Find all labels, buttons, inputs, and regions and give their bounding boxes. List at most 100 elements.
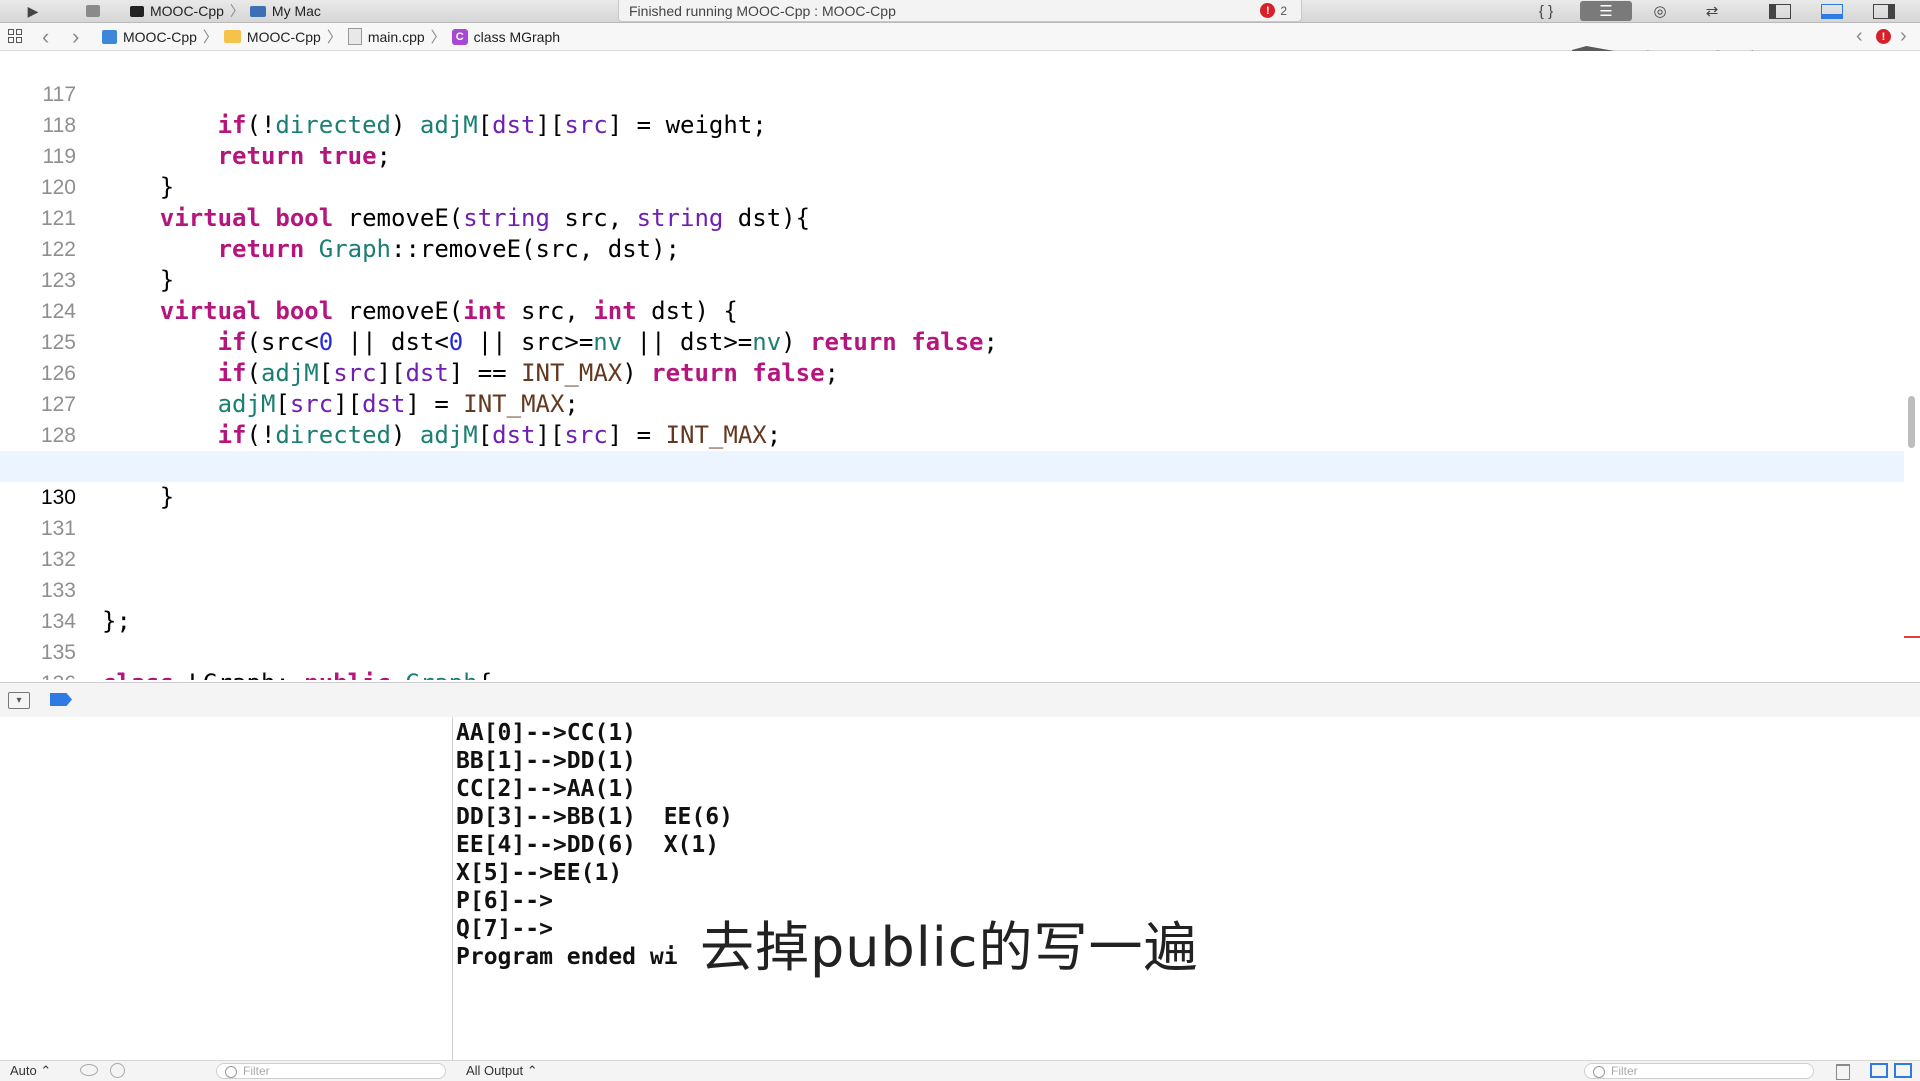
info-icon[interactable]	[110, 1063, 125, 1078]
project-icon	[102, 29, 117, 44]
code-line: 124 if(src<0 || dst<0 || src>=nv || dst>…	[0, 265, 1904, 356]
code-line: 133 };	[0, 544, 1904, 635]
console-line: AA[0]-->CC(1)	[456, 720, 637, 746]
toolbar: ▶ MOOC-Cpp 〉 My Mac Finished running MOO…	[0, 0, 1920, 23]
utilities-toggle-button[interactable]	[1864, 1, 1904, 21]
console-line: Program ended wi	[456, 944, 678, 970]
play-icon: ▶	[27, 2, 39, 19]
filter-placeholder: Filter	[243, 1064, 270, 1078]
run-button[interactable]: ▶	[18, 0, 48, 22]
code-text: class LGraph: public Graph{	[102, 668, 492, 680]
breadcrumb-folder[interactable]: MOOC-Cpp	[247, 29, 321, 45]
filter-icon	[225, 1066, 237, 1078]
error-count: 2	[1280, 3, 1287, 18]
breadcrumb-file[interactable]: main.cpp	[368, 29, 425, 45]
scheme-project: MOOC-Cpp	[150, 3, 224, 19]
code-line: 122 }	[0, 203, 1904, 294]
navigator-toggle-button[interactable]	[1760, 1, 1800, 21]
left-panel-icon	[1769, 3, 1791, 19]
code-line: 126 adjM[src][dst] = INT_MAX;	[0, 327, 1904, 418]
forward-button[interactable]: ›	[72, 24, 79, 50]
code-line: 121 return Graph::removeE(src, dst);	[0, 172, 1904, 263]
folder-icon	[223, 30, 241, 43]
bottom-panel-icon	[1821, 3, 1843, 19]
assistant-editor-button[interactable]: ◎	[1640, 1, 1680, 21]
file-icon	[347, 28, 362, 45]
console-line: X[5]-->EE(1)	[456, 860, 623, 886]
code-line: 131	[0, 482, 1904, 540]
error-indicator[interactable]: ! 2	[1260, 3, 1287, 18]
back-button[interactable]: ‹	[42, 24, 49, 50]
lines-icon: ☰	[1599, 3, 1613, 20]
split-view-right-icon[interactable]	[1894, 1063, 1912, 1078]
output-selector[interactable]: All Output ⌃	[466, 1063, 538, 1079]
scheme-separator: 〉	[229, 3, 244, 19]
console-output[interactable]: AA[0]-->CC(1) BB[1]-->DD(1) CC[2]-->AA(1…	[453, 717, 1920, 1080]
code-line: 123 virtual bool removeE(int src, int ds…	[0, 234, 1904, 325]
eye-icon[interactable]	[80, 1064, 98, 1076]
code-line: 118 return true;	[0, 79, 1904, 170]
code-line: 135 class LGraph: public Graph{	[0, 606, 1904, 680]
code-line: 127 if(!directed) adjM[dst][src] = INT_M…	[0, 358, 1904, 449]
current-line[interactable]: 130	[0, 451, 1904, 509]
error-marker	[1904, 636, 1920, 638]
console-filter-input[interactable]: Filter	[1584, 1063, 1814, 1079]
debug-bar: ▾	[0, 682, 1920, 718]
code-line: 119 }	[0, 110, 1904, 201]
arrows-icon: ⇄	[1705, 3, 1719, 20]
console-line: P[6]-->	[456, 888, 553, 914]
related-items-icon[interactable]	[8, 29, 22, 43]
version-editor-button[interactable]: ⇄	[1692, 1, 1732, 21]
filter-icon	[1593, 1066, 1605, 1078]
auto-selector[interactable]: Auto ⌃	[10, 1063, 51, 1079]
code-line: 117 if(!directed) adjM[dst][src] = weigh…	[0, 51, 1904, 139]
hide-debug-area-button[interactable]: ▾	[8, 692, 30, 709]
filter-placeholder: Filter	[1611, 1064, 1638, 1078]
video-subtitle: 去掉public的写一遍	[700, 916, 1199, 979]
error-icon: !	[1260, 3, 1276, 18]
variables-filter-input[interactable]: Filter	[216, 1063, 446, 1079]
variables-pane	[0, 717, 453, 1080]
next-issue-button[interactable]: ›	[1900, 25, 1907, 48]
breadcrumb-separator: 〉	[202, 29, 218, 46]
stop-button[interactable]	[78, 0, 108, 22]
chevron-down-icon: ▾	[16, 695, 22, 706]
activity-viewer: Finished running MOOC-Cpp : MOOC-Cpp ! 2	[618, 0, 1302, 22]
breakpoints-toggle-icon[interactable]	[50, 693, 72, 706]
split-view-left-icon[interactable]	[1870, 1063, 1888, 1078]
code-line: 136 protected:	[0, 637, 1904, 680]
issue-icon[interactable]: !	[1876, 29, 1891, 44]
code-snippet-button[interactable]: { }	[1526, 1, 1566, 21]
scheme-destination: My Mac	[271, 3, 321, 19]
console-line: EE[4]-->DD(6) X(1)	[456, 832, 720, 858]
standard-editor-button[interactable]: ☰	[1580, 1, 1632, 21]
code-line: 134	[0, 575, 1904, 633]
breadcrumb-project[interactable]: MOOC-Cpp	[123, 29, 197, 45]
breadcrumb-separator: 〉	[326, 29, 342, 46]
right-panel-icon	[1873, 3, 1895, 19]
code-line: 120 virtual bool removeE(string src, str…	[0, 141, 1904, 232]
code-line: 132	[0, 513, 1904, 571]
debug-bottom-bar: Auto ⌃ Filter All Output ⌃ Filter	[0, 1060, 1920, 1081]
scheme-selector[interactable]: MOOC-Cpp 〉 My Mac	[130, 0, 321, 22]
venn-icon: ◎	[1653, 3, 1667, 20]
debug-area-toggle-button[interactable]	[1812, 1, 1852, 21]
code-line: 129 }	[0, 420, 1904, 511]
breadcrumb-symbol[interactable]: class MGraph	[474, 29, 560, 45]
mac-icon	[249, 5, 266, 17]
code-line: 125 if(adjM[src][dst] == INT_MAX) return…	[0, 296, 1904, 387]
activity-status: Finished running MOOC-Cpp : MOOC-Cpp	[629, 2, 896, 19]
breadcrumb: MOOC-Cpp 〉 MOOC-Cpp 〉 main.cpp 〉 C class…	[102, 23, 560, 50]
stop-icon	[86, 5, 100, 17]
code-line: 128 return true;	[0, 389, 1904, 480]
console-line: Q[7]-->	[456, 916, 553, 942]
editor-scrollbar[interactable]	[1908, 396, 1915, 448]
class-icon: C	[451, 28, 468, 45]
trash-icon[interactable]	[1836, 1064, 1850, 1080]
braces-icon: { }	[1538, 2, 1554, 20]
code-editor[interactable]: 117 if(!directed) adjM[dst][src] = weigh…	[0, 51, 1904, 680]
console-line: DD[3]-->BB(1) EE(6)	[456, 804, 733, 830]
line-number: 136	[0, 668, 76, 680]
console-line: CC[2]-->AA(1)	[456, 776, 637, 802]
breadcrumb-separator: 〉	[430, 29, 446, 46]
